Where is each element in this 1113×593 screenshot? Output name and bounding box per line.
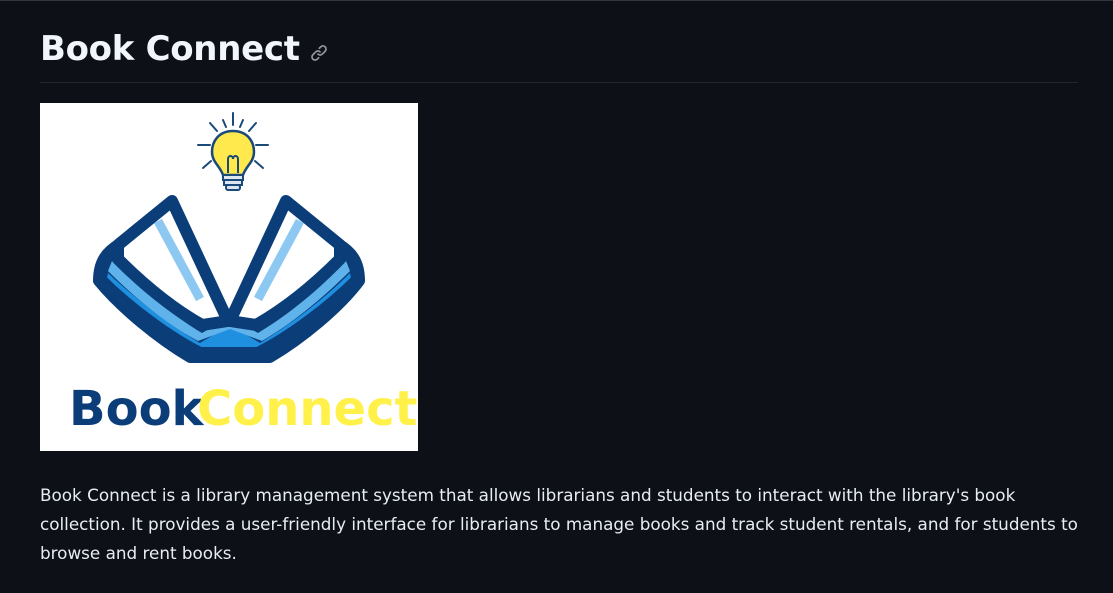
logo-wordmark-connect: Connect bbox=[197, 381, 418, 437]
readme-description: Book Connect is a library management sys… bbox=[40, 485, 1078, 563]
heading-divider bbox=[40, 82, 1078, 83]
page-title: Book Connect bbox=[40, 29, 300, 69]
readme-heading: Book Connect bbox=[40, 27, 330, 71]
link-icon bbox=[310, 45, 327, 61]
open-book-icon bbox=[93, 195, 365, 363]
logo-graphic: Book Connect bbox=[69, 112, 418, 437]
heading-anchor-link[interactable] bbox=[308, 42, 330, 64]
book-connect-logo: Book Connect bbox=[40, 103, 418, 451]
lightbulb-icon bbox=[197, 112, 269, 191]
logo-wordmark-book: Book bbox=[69, 381, 205, 437]
